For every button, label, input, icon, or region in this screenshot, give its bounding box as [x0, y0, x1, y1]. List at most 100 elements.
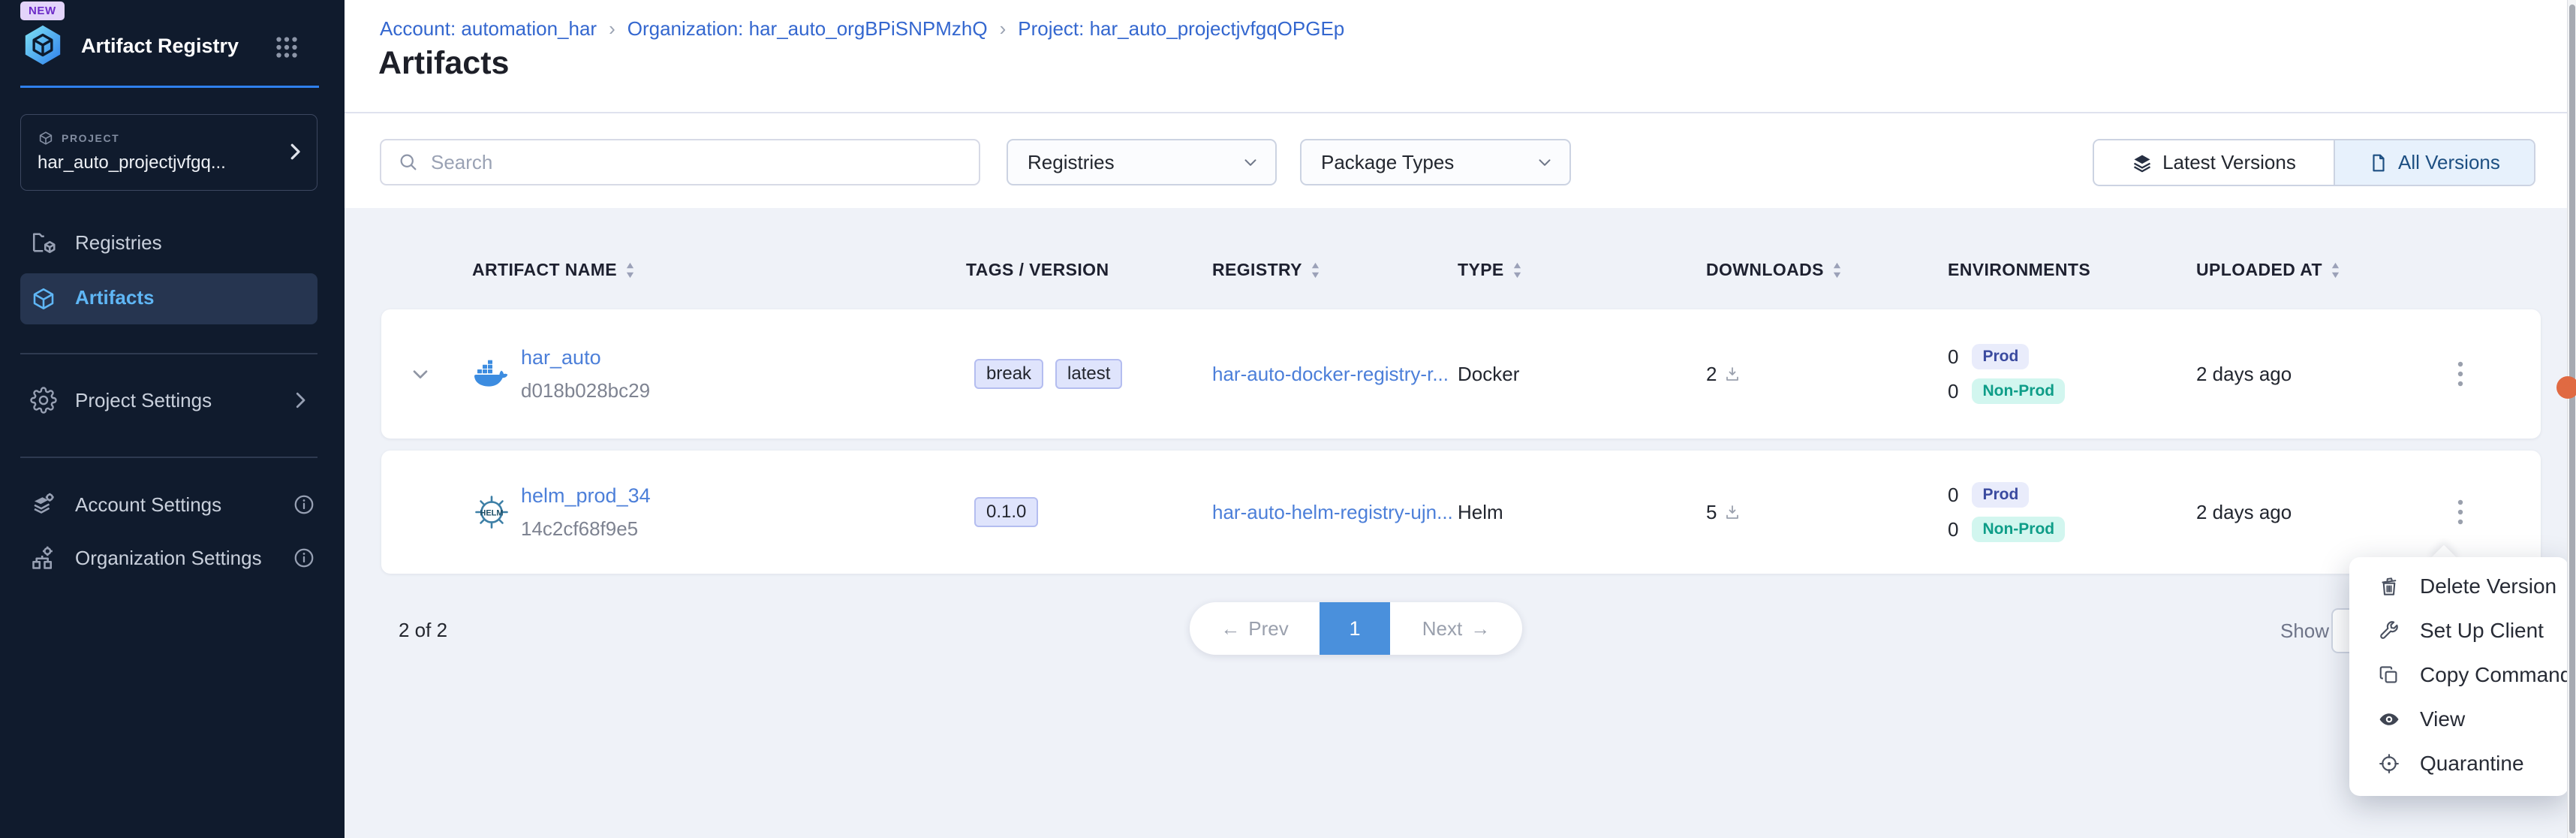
- chevron-down-icon: [1535, 152, 1554, 172]
- sidebar-item-label: Organization Settings: [75, 547, 262, 570]
- sidebar-item-label: Artifacts: [75, 286, 154, 309]
- breadcrumb-separator: ›: [609, 17, 615, 41]
- registries-filter-dropdown[interactable]: Registries: [1007, 139, 1277, 185]
- table-row-har-auto[interactable]: har_auto d018b028bc29 break latest har-a…: [381, 309, 2541, 439]
- sidebar-item-artifacts[interactable]: Artifacts: [20, 273, 317, 324]
- menu-item-set-up-client[interactable]: Set Up Client: [2349, 608, 2568, 653]
- docker-icon: [471, 309, 512, 439]
- column-header-registry[interactable]: REGISTRY: [1212, 260, 1321, 280]
- sidebar-divider: [20, 353, 317, 354]
- tag-badge[interactable]: latest: [1055, 359, 1122, 389]
- breadcrumb-project-link[interactable]: Project: har_auto_projectjvfgqOPGEp: [1018, 17, 1344, 41]
- breadcrumb-separator: ›: [1000, 17, 1007, 41]
- next-label: Next: [1422, 617, 1462, 641]
- sort-icon[interactable]: [624, 261, 636, 279]
- app-switcher-grid-icon[interactable]: [273, 34, 300, 61]
- column-header-downloads[interactable]: DOWNLOADS: [1706, 260, 1843, 280]
- layers-gear-icon: [30, 491, 57, 518]
- results-count: 2 of 2: [399, 619, 447, 642]
- prod-badge: Prod: [1972, 344, 2029, 369]
- chevron-right-icon: [284, 140, 306, 163]
- app-logo-cube-icon: [21, 23, 65, 67]
- file-icon: [2369, 153, 2388, 173]
- sidebar-item-organization-settings[interactable]: Organization Settings: [0, 532, 345, 584]
- sort-icon[interactable]: [1310, 261, 1321, 279]
- downloads-count: 5: [1706, 501, 1717, 524]
- page-title: Artifacts: [378, 45, 509, 82]
- registry-link[interactable]: har-auto-docker-registry-r...: [1212, 309, 1449, 439]
- row-expander-chevron-icon[interactable]: [404, 309, 437, 439]
- all-versions-button[interactable]: All Versions: [2334, 140, 2534, 185]
- helm-icon: HELM: [471, 451, 512, 574]
- column-label: TAGS / VERSION: [966, 260, 1109, 280]
- menu-item-delete-version[interactable]: Delete Version: [2349, 564, 2568, 608]
- info-icon[interactable]: [293, 547, 315, 569]
- page-size-label: Show: [2280, 619, 2329, 643]
- artifact-name-link[interactable]: helm_prod_34: [521, 484, 651, 508]
- environments-cell: 0 Prod 0 Non-Prod: [1948, 309, 2065, 439]
- registry-link[interactable]: har-auto-helm-registry-ujn...: [1212, 451, 1453, 574]
- new-badge: NEW: [20, 2, 65, 20]
- artifacts-icon: [30, 285, 57, 312]
- chevron-down-icon: [1241, 152, 1260, 172]
- sort-icon[interactable]: [1831, 261, 1843, 279]
- column-label: REGISTRY: [1212, 260, 1302, 280]
- row-actions-kebab-icon[interactable]: [2444, 309, 2477, 439]
- prev-page-button[interactable]: ← Prev: [1190, 602, 1320, 655]
- latest-versions-button[interactable]: Latest Versions: [2094, 140, 2334, 185]
- sidebar-item-registries[interactable]: Registries: [0, 216, 345, 269]
- package-types-filter-label: Package Types: [1321, 151, 1454, 174]
- menu-item-quarantine[interactable]: Quarantine: [2349, 741, 2568, 785]
- tag-badge[interactable]: break: [974, 359, 1043, 389]
- layers-icon: [2132, 152, 2153, 173]
- tags-cell: break latest: [974, 309, 1122, 439]
- breadcrumb-organization-link[interactable]: Organization: har_auto_orgBPiSNPMzhQ: [627, 17, 988, 41]
- registries-filter-label: Registries: [1028, 151, 1115, 174]
- project-selector[interactable]: PROJECT har_auto_projectjvfgq...: [20, 114, 317, 191]
- sidebar-accent-divider: [20, 86, 319, 88]
- artifact-digest: d018b028bc29: [521, 379, 650, 402]
- artifact-name-link[interactable]: har_auto: [521, 346, 601, 369]
- breadcrumb: Account: automation_har › Organization: …: [380, 17, 1344, 41]
- versions-view-toggle: Latest Versions All Versions: [2093, 139, 2535, 186]
- nonprod-badge: Non-Prod: [1972, 378, 2065, 404]
- column-header-environments: ENVIRONMENTS: [1948, 260, 2090, 280]
- sort-icon[interactable]: [1512, 261, 1523, 279]
- svg-text:HELM: HELM: [480, 509, 503, 518]
- menu-item-view[interactable]: View: [2349, 697, 2568, 741]
- tags-cell: 0.1.0: [974, 451, 1038, 574]
- next-page-button[interactable]: Next →: [1390, 602, 1522, 655]
- help-floating-button[interactable]: [2556, 376, 2576, 399]
- table-row-helm-prod-34[interactable]: HELM helm_prod_34 14c2cf68f9e5 0.1.0 har…: [381, 451, 2541, 574]
- prev-label: Prev: [1248, 617, 1288, 641]
- vertical-scrollbar[interactable]: [2567, 0, 2576, 838]
- downloads-cell: 2: [1706, 309, 1741, 439]
- menu-item-copy-command[interactable]: Copy Command: [2349, 653, 2568, 697]
- column-header-artifact-name[interactable]: ARTIFACT NAME: [472, 260, 636, 280]
- version-badge[interactable]: 0.1.0: [974, 497, 1038, 527]
- sidebar-item-project-settings[interactable]: Project Settings: [0, 374, 345, 427]
- sidebar-item-account-settings[interactable]: Account Settings: [0, 478, 345, 531]
- project-selector-value: har_auto_projectjvfgq...: [38, 152, 285, 173]
- artifact-registry-app: NEW Artifact Registry: [0, 0, 2576, 838]
- sidebar: NEW Artifact Registry: [0, 0, 345, 838]
- package-types-filter-dropdown[interactable]: Package Types: [1300, 139, 1571, 185]
- artifact-digest: 14c2cf68f9e5: [521, 517, 638, 541]
- info-icon[interactable]: [293, 493, 315, 516]
- sidebar-item-label: Project Settings: [75, 389, 212, 412]
- sort-icon[interactable]: [2330, 261, 2341, 279]
- arrow-left-icon: ←: [1220, 617, 1240, 641]
- prod-count: 0: [1948, 345, 1958, 369]
- scrollbar-thumb[interactable]: [2569, 5, 2575, 833]
- sidebar-divider: [20, 457, 317, 458]
- nonprod-count: 0: [1948, 380, 1958, 403]
- current-page-button[interactable]: 1: [1320, 602, 1390, 655]
- chevron-right-icon: [289, 389, 311, 411]
- column-header-uploaded-at[interactable]: UPLOADED AT: [2196, 260, 2341, 280]
- column-header-type[interactable]: TYPE: [1458, 260, 1523, 280]
- quarantine-icon: [2378, 752, 2400, 775]
- artifact-name-cell: har_auto d018b028bc29: [521, 309, 650, 439]
- breadcrumb-account-link[interactable]: Account: automation_har: [380, 17, 597, 41]
- search-input[interactable]: [429, 150, 958, 175]
- uploaded-at-cell: 2 days ago: [2196, 309, 2292, 439]
